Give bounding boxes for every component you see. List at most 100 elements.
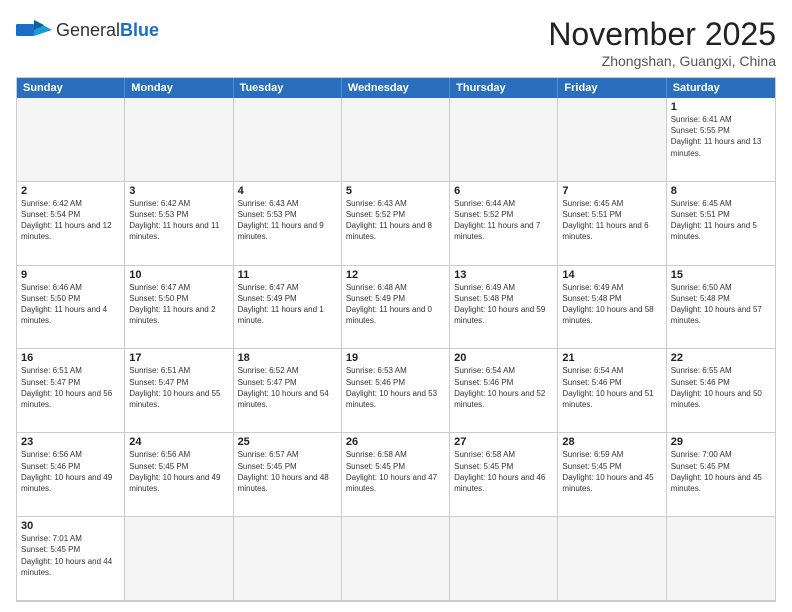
cell-date-number: 14 xyxy=(562,269,661,281)
cell-date-number: 13 xyxy=(454,269,553,281)
page: GeneralBlue November 2025 Zhongshan, Gua… xyxy=(0,0,792,612)
cell-info: Sunrise: 6:56 AM Sunset: 5:46 PM Dayligh… xyxy=(21,449,120,494)
calendar-empty-cell xyxy=(558,98,666,182)
logo-text: GeneralBlue xyxy=(56,20,159,41)
calendar-day-16: 16Sunrise: 6:51 AM Sunset: 5:47 PM Dayli… xyxy=(17,349,125,433)
calendar-day-21: 21Sunrise: 6:54 AM Sunset: 5:46 PM Dayli… xyxy=(558,349,666,433)
calendar-day-8: 8Sunrise: 6:45 AM Sunset: 5:51 PM Daylig… xyxy=(667,182,775,266)
cell-info: Sunrise: 6:47 AM Sunset: 5:50 PM Dayligh… xyxy=(129,282,228,327)
cell-info: Sunrise: 6:43 AM Sunset: 5:52 PM Dayligh… xyxy=(346,198,445,243)
cell-info: Sunrise: 6:51 AM Sunset: 5:47 PM Dayligh… xyxy=(21,365,120,410)
cell-info: Sunrise: 6:54 AM Sunset: 5:46 PM Dayligh… xyxy=(454,365,553,410)
calendar-day-9: 9Sunrise: 6:46 AM Sunset: 5:50 PM Daylig… xyxy=(17,266,125,350)
location: Zhongshan, Guangxi, China xyxy=(548,53,776,69)
calendar-empty-cell xyxy=(17,98,125,182)
cell-date-number: 9 xyxy=(21,269,120,281)
calendar-empty-cell xyxy=(667,517,775,601)
cell-info: Sunrise: 6:43 AM Sunset: 5:53 PM Dayligh… xyxy=(238,198,337,243)
cell-date-number: 21 xyxy=(562,352,661,364)
calendar-day-18: 18Sunrise: 6:52 AM Sunset: 5:47 PM Dayli… xyxy=(234,349,342,433)
cell-date-number: 17 xyxy=(129,352,228,364)
cell-date-number: 6 xyxy=(454,185,553,197)
calendar-empty-cell xyxy=(234,98,342,182)
day-header-friday: Friday xyxy=(558,78,666,98)
cell-info: Sunrise: 7:00 AM Sunset: 5:45 PM Dayligh… xyxy=(671,449,771,494)
cell-info: Sunrise: 6:54 AM Sunset: 5:46 PM Dayligh… xyxy=(562,365,661,410)
calendar: SundayMondayTuesdayWednesdayThursdayFrid… xyxy=(16,77,776,602)
calendar-empty-cell xyxy=(125,98,233,182)
calendar-day-6: 6Sunrise: 6:44 AM Sunset: 5:52 PM Daylig… xyxy=(450,182,558,266)
cell-info: Sunrise: 6:42 AM Sunset: 5:54 PM Dayligh… xyxy=(21,198,120,243)
cell-date-number: 30 xyxy=(21,520,120,532)
cell-info: Sunrise: 7:01 AM Sunset: 5:45 PM Dayligh… xyxy=(21,533,120,578)
calendar-day-11: 11Sunrise: 6:47 AM Sunset: 5:49 PM Dayli… xyxy=(234,266,342,350)
cell-date-number: 2 xyxy=(21,185,120,197)
cell-date-number: 7 xyxy=(562,185,661,197)
calendar-day-17: 17Sunrise: 6:51 AM Sunset: 5:47 PM Dayli… xyxy=(125,349,233,433)
cell-info: Sunrise: 6:49 AM Sunset: 5:48 PM Dayligh… xyxy=(454,282,553,327)
calendar-day-12: 12Sunrise: 6:48 AM Sunset: 5:49 PM Dayli… xyxy=(342,266,450,350)
calendar-empty-cell xyxy=(234,517,342,601)
day-header-sunday: Sunday xyxy=(17,78,125,98)
cell-date-number: 27 xyxy=(454,436,553,448)
calendar-day-15: 15Sunrise: 6:50 AM Sunset: 5:48 PM Dayli… xyxy=(667,266,775,350)
cell-date-number: 1 xyxy=(671,101,771,113)
title-block: November 2025 Zhongshan, Guangxi, China xyxy=(548,16,776,69)
cell-info: Sunrise: 6:49 AM Sunset: 5:48 PM Dayligh… xyxy=(562,282,661,327)
cell-info: Sunrise: 6:57 AM Sunset: 5:45 PM Dayligh… xyxy=(238,449,337,494)
header: GeneralBlue November 2025 Zhongshan, Gua… xyxy=(16,16,776,69)
cell-date-number: 10 xyxy=(129,269,228,281)
cell-info: Sunrise: 6:51 AM Sunset: 5:47 PM Dayligh… xyxy=(129,365,228,410)
cell-date-number: 26 xyxy=(346,436,445,448)
cell-date-number: 8 xyxy=(671,185,771,197)
cell-date-number: 5 xyxy=(346,185,445,197)
day-header-tuesday: Tuesday xyxy=(234,78,342,98)
calendar-empty-cell xyxy=(342,98,450,182)
cell-date-number: 29 xyxy=(671,436,771,448)
calendar-day-22: 22Sunrise: 6:55 AM Sunset: 5:46 PM Dayli… xyxy=(667,349,775,433)
calendar-day-26: 26Sunrise: 6:58 AM Sunset: 5:45 PM Dayli… xyxy=(342,433,450,517)
cell-info: Sunrise: 6:41 AM Sunset: 5:55 PM Dayligh… xyxy=(671,114,771,159)
cell-date-number: 28 xyxy=(562,436,661,448)
calendar-day-19: 19Sunrise: 6:53 AM Sunset: 5:46 PM Dayli… xyxy=(342,349,450,433)
calendar-day-24: 24Sunrise: 6:56 AM Sunset: 5:45 PM Dayli… xyxy=(125,433,233,517)
calendar-day-14: 14Sunrise: 6:49 AM Sunset: 5:48 PM Dayli… xyxy=(558,266,666,350)
month-title: November 2025 xyxy=(548,16,776,53)
day-header-thursday: Thursday xyxy=(450,78,558,98)
calendar-day-10: 10Sunrise: 6:47 AM Sunset: 5:50 PM Dayli… xyxy=(125,266,233,350)
cell-info: Sunrise: 6:52 AM Sunset: 5:47 PM Dayligh… xyxy=(238,365,337,410)
calendar-day-20: 20Sunrise: 6:54 AM Sunset: 5:46 PM Dayli… xyxy=(450,349,558,433)
cell-date-number: 15 xyxy=(671,269,771,281)
cell-info: Sunrise: 6:58 AM Sunset: 5:45 PM Dayligh… xyxy=(454,449,553,494)
calendar-day-2: 2Sunrise: 6:42 AM Sunset: 5:54 PM Daylig… xyxy=(17,182,125,266)
cell-date-number: 18 xyxy=(238,352,337,364)
cell-date-number: 19 xyxy=(346,352,445,364)
cell-date-number: 16 xyxy=(21,352,120,364)
calendar-day-3: 3Sunrise: 6:42 AM Sunset: 5:53 PM Daylig… xyxy=(125,182,233,266)
calendar-day-25: 25Sunrise: 6:57 AM Sunset: 5:45 PM Dayli… xyxy=(234,433,342,517)
cell-date-number: 22 xyxy=(671,352,771,364)
cell-date-number: 24 xyxy=(129,436,228,448)
calendar-day-1: 1Sunrise: 6:41 AM Sunset: 5:55 PM Daylig… xyxy=(667,98,775,182)
day-header-wednesday: Wednesday xyxy=(342,78,450,98)
day-headers: SundayMondayTuesdayWednesdayThursdayFrid… xyxy=(17,78,775,98)
calendar-day-13: 13Sunrise: 6:49 AM Sunset: 5:48 PM Dayli… xyxy=(450,266,558,350)
day-header-saturday: Saturday xyxy=(667,78,775,98)
cell-date-number: 20 xyxy=(454,352,553,364)
cell-info: Sunrise: 6:58 AM Sunset: 5:45 PM Dayligh… xyxy=(346,449,445,494)
cell-info: Sunrise: 6:56 AM Sunset: 5:45 PM Dayligh… xyxy=(129,449,228,494)
calendar-day-7: 7Sunrise: 6:45 AM Sunset: 5:51 PM Daylig… xyxy=(558,182,666,266)
cell-info: Sunrise: 6:59 AM Sunset: 5:45 PM Dayligh… xyxy=(562,449,661,494)
calendar-day-23: 23Sunrise: 6:56 AM Sunset: 5:46 PM Dayli… xyxy=(17,433,125,517)
day-header-monday: Monday xyxy=(125,78,233,98)
cell-date-number: 25 xyxy=(238,436,337,448)
calendar-empty-cell xyxy=(125,517,233,601)
calendar-day-30: 30Sunrise: 7:01 AM Sunset: 5:45 PM Dayli… xyxy=(17,517,125,601)
calendar-empty-cell xyxy=(558,517,666,601)
cell-info: Sunrise: 6:45 AM Sunset: 5:51 PM Dayligh… xyxy=(562,198,661,243)
calendar-day-28: 28Sunrise: 6:59 AM Sunset: 5:45 PM Dayli… xyxy=(558,433,666,517)
cell-date-number: 23 xyxy=(21,436,120,448)
logo-icon xyxy=(16,16,52,44)
cell-info: Sunrise: 6:55 AM Sunset: 5:46 PM Dayligh… xyxy=(671,365,771,410)
calendar-empty-cell xyxy=(450,98,558,182)
